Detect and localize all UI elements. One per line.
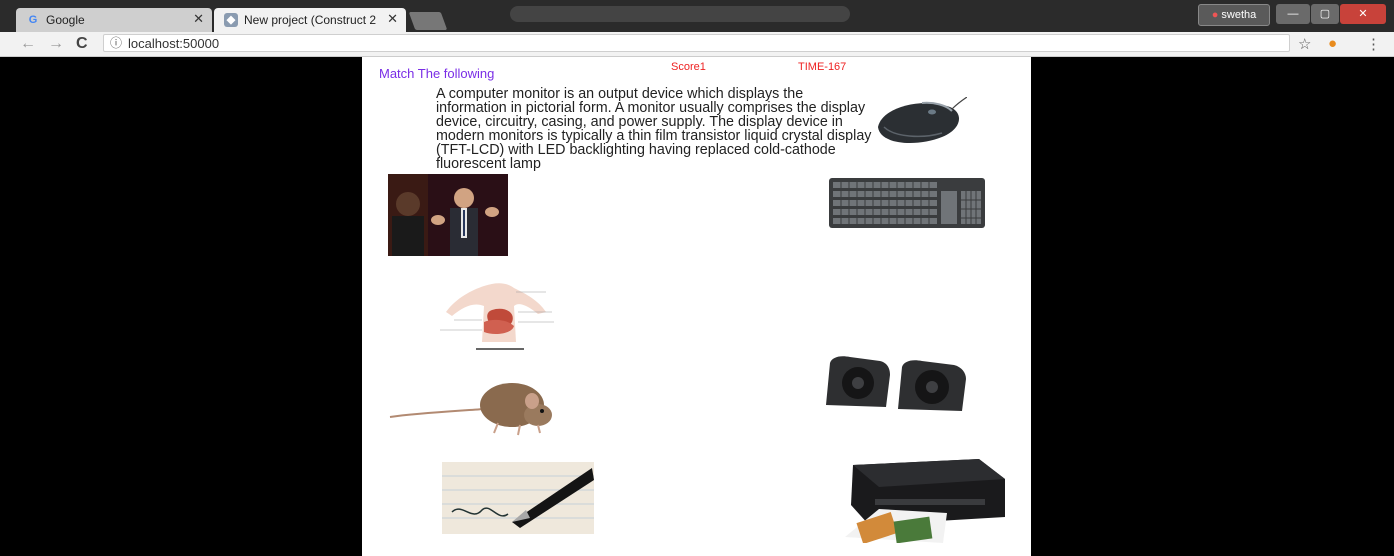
info-icon[interactable]: ⓘ (110, 35, 122, 52)
page-title: Match The following (379, 66, 495, 81)
construct-icon: ◆ (224, 13, 238, 27)
url-text: localhost:50000 (128, 36, 220, 51)
extension-icon[interactable]: ● (1328, 35, 1337, 52)
tab-title: New project (Construct 2 (244, 13, 377, 27)
bookmark-star-icon[interactable]: ☆ (1298, 35, 1311, 53)
digestive-system-diagram[interactable] (434, 282, 564, 354)
back-arrow-icon[interactable]: ← (20, 35, 36, 53)
close-tab-icon[interactable]: ✕ (193, 11, 204, 27)
user-icon: ● (1211, 9, 1219, 21)
question-text: A computer monitor is an output device w… (436, 86, 872, 172)
score-label: Score1 (671, 61, 706, 73)
minimize-icon: — (1287, 8, 1299, 20)
address-bar: ← → C ⓘ localhost:50000 ☆ ● ⋮ (0, 32, 1394, 57)
computer-mouse-image[interactable] (872, 96, 968, 149)
profile-name: swetha (1221, 9, 1257, 21)
maximize-button[interactable]: ▢ (1311, 4, 1339, 24)
minimize-button[interactable]: — (1276, 4, 1310, 24)
maximize-icon: ▢ (1319, 8, 1331, 20)
blurred-region (510, 6, 850, 22)
forward-arrow-icon[interactable]: → (48, 35, 64, 53)
close-tab-icon[interactable]: ✕ (387, 11, 398, 27)
rat-image[interactable] (388, 373, 554, 449)
presenter-photo[interactable] (388, 174, 508, 256)
new-tab-button[interactable] (408, 12, 448, 30)
speakers-image[interactable] (820, 353, 970, 413)
close-window-button[interactable]: ✕ (1340, 4, 1386, 24)
timer-label: TIME-167 (798, 61, 847, 73)
game-canvas: Match The following Score1 TIME-167 A co… (362, 57, 1031, 556)
profile-button[interactable]: ● swetha (1198, 4, 1270, 26)
url-input[interactable]: ⓘ localhost:50000 (103, 34, 1290, 52)
tab-title: Google (46, 13, 85, 27)
keyboard-image[interactable] (827, 176, 987, 232)
google-icon: G (28, 14, 38, 26)
tab-new-project[interactable]: ◆ New project (Construct 2 ✕ (214, 8, 406, 32)
menu-icon[interactable]: ⋮ (1366, 35, 1381, 53)
tab-google[interactable]: G Google ✕ (16, 8, 212, 32)
pen-writing-image[interactable] (442, 462, 594, 534)
browser-title-bar: G Google ✕ ◆ New project (Construct 2 ✕ … (0, 0, 1394, 32)
printer-image[interactable] (839, 455, 1007, 545)
reload-icon[interactable]: C (76, 35, 88, 53)
close-icon: ✕ (1358, 8, 1368, 20)
